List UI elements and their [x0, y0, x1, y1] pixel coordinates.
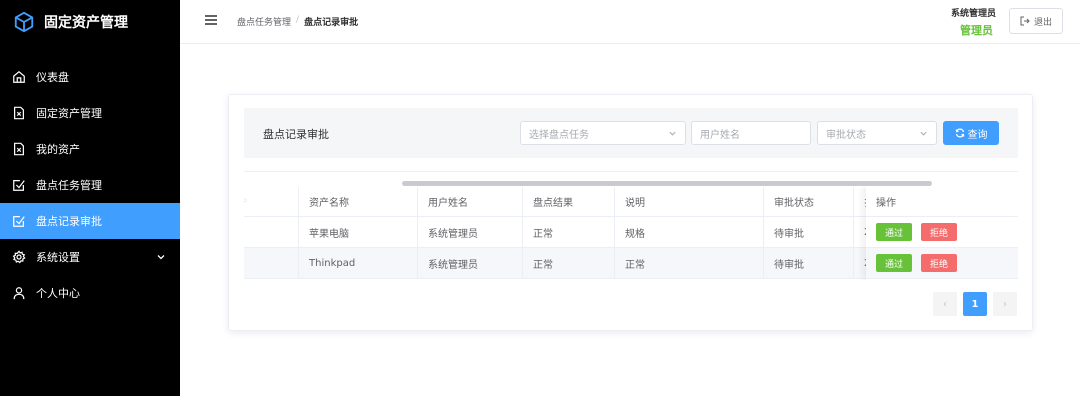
- document-icon: [12, 106, 26, 120]
- divider: [244, 171, 1018, 172]
- approve-button[interactable]: 通过: [876, 254, 912, 272]
- current-page-button[interactable]: 1: [963, 292, 987, 316]
- header-cell: 资产名称: [299, 187, 418, 216]
- search-button-label: 查询: [967, 129, 988, 141]
- sidebar-item-dashboard[interactable]: 仪表盘: [0, 59, 180, 95]
- chevron-down-icon: [157, 255, 165, 260]
- top-header: 盘点任务管理 / 盘点记录审批 系统管理员 管理员 退出: [180, 0, 1080, 44]
- table-cell: [244, 248, 299, 278]
- table-cell: 系统管理员: [418, 248, 523, 278]
- breadcrumb-parent[interactable]: 盘点任务管理: [237, 15, 291, 28]
- sidebar-item-system-settings[interactable]: 系统设置: [0, 239, 180, 275]
- next-page-button[interactable]: ›: [993, 292, 1017, 316]
- breadcrumb-separator: /: [296, 15, 300, 25]
- header-cell: 说明: [615, 187, 764, 216]
- horizontal-scrollbar[interactable]: [402, 181, 932, 186]
- sidebar-item-label: 盘点任务管理: [36, 179, 102, 192]
- app-title: 固定资产管理: [44, 15, 128, 31]
- fixed-action-column: 操作 通过 拒绝 通过 拒绝: [866, 187, 1018, 280]
- chevron-down-icon: [920, 131, 927, 136]
- table-cell: 正常: [615, 248, 764, 278]
- table-cell: 系统管理员: [418, 217, 523, 247]
- header-cell-clipped: ◦: [244, 187, 299, 216]
- header-cell-actions: 操作: [866, 187, 1018, 217]
- action-cell: 通过 拒绝: [866, 248, 1018, 279]
- cube-icon: [14, 11, 34, 33]
- header-cell: 审批状态: [764, 187, 854, 216]
- breadcrumb-current: 盘点记录审批: [304, 18, 359, 28]
- sidebar-item-inventory-approval[interactable]: 盘点记录审批: [0, 203, 180, 239]
- sidebar: 固定资产管理 仪表盘 固定资产管理 我的资产 盘点任务管理 盘点记录审批 系统设…: [0, 0, 180, 396]
- sidebar-item-inventory-tasks[interactable]: 盘点任务管理: [0, 167, 180, 203]
- home-icon: [12, 70, 26, 84]
- header-cell: 盘点结果: [523, 187, 615, 216]
- task-select-placeholder: 选择盘点任务: [529, 129, 589, 141]
- sidebar-item-label: 仪表盘: [36, 71, 69, 84]
- table-cell: [244, 217, 299, 247]
- chevron-down-icon: [669, 131, 676, 136]
- table-cell: 待审批: [764, 248, 854, 278]
- page-title: 盘点记录审批: [263, 128, 329, 141]
- prev-page-button[interactable]: ‹: [933, 292, 957, 316]
- sidebar-item-fixed-assets[interactable]: 固定资产管理: [0, 95, 180, 131]
- sidebar-item-label: 系统设置: [36, 251, 80, 264]
- reject-button[interactable]: 拒绝: [921, 223, 957, 241]
- sidebar-menu: 仪表盘 固定资产管理 我的资产 盘点任务管理 盘点记录审批 系统设置 个人中心: [0, 59, 180, 311]
- checkbox-icon: [12, 214, 26, 228]
- table-cell: 苹果电脑: [299, 217, 418, 247]
- logout-icon: [1020, 16, 1030, 26]
- table-cell: 规格: [615, 217, 764, 247]
- user-name-input[interactable]: 用户姓名: [691, 121, 811, 145]
- table-cell: 待审批: [764, 217, 854, 247]
- refresh-icon: [955, 128, 964, 138]
- checkbox-icon: [12, 178, 26, 192]
- user-role: 系统管理员: [951, 9, 997, 19]
- sidebar-item-label: 个人中心: [36, 287, 80, 300]
- sidebar-item-label: 固定资产管理: [36, 107, 102, 120]
- breadcrumb: 盘点任务管理 / 盘点记录审批: [237, 15, 358, 28]
- header-cell: 用户姓名: [418, 187, 523, 216]
- table-cell: 正常: [523, 217, 615, 247]
- table-cell: 正常: [523, 248, 615, 278]
- user-name-placeholder: 用户姓名: [700, 129, 740, 141]
- user-icon: [12, 286, 26, 300]
- logout-button[interactable]: 退出: [1009, 8, 1063, 34]
- sidebar-item-my-assets[interactable]: 我的资产: [0, 131, 180, 167]
- task-select[interactable]: 选择盘点任务: [520, 121, 686, 145]
- app-logo[interactable]: 固定资产管理: [0, 0, 180, 44]
- filter-bar: 盘点记录审批 选择盘点任务 用户姓名 审批状态 查询: [244, 108, 1018, 158]
- table-cell: Thinkpad: [299, 248, 418, 278]
- search-button[interactable]: 查询: [943, 121, 999, 145]
- approval-card: 盘点记录审批 选择盘点任务 用户姓名 审批状态 查询 ◦ 资产名称 用户姓名 盘…: [228, 94, 1033, 331]
- approve-button[interactable]: 通过: [876, 223, 912, 241]
- action-cell: 通过 拒绝: [866, 217, 1018, 248]
- hamburger-menu-icon[interactable]: [205, 14, 217, 26]
- approval-table: ◦ 资产名称 用户姓名 盘点结果 说明 审批状态 扌 苹果电脑 系统管理员 正常…: [244, 187, 1018, 280]
- logout-label: 退出: [1033, 17, 1052, 28]
- sidebar-item-label: 盘点记录审批: [36, 215, 102, 228]
- sidebar-item-label: 我的资产: [36, 143, 80, 156]
- document-icon: [12, 142, 26, 156]
- status-select-placeholder: 审批状态: [826, 129, 866, 141]
- reject-button[interactable]: 拒绝: [921, 254, 957, 272]
- status-select[interactable]: 审批状态: [817, 121, 937, 145]
- gear-icon: [12, 250, 26, 264]
- sidebar-item-profile[interactable]: 个人中心: [0, 275, 180, 311]
- user-name: 管理员: [960, 24, 993, 37]
